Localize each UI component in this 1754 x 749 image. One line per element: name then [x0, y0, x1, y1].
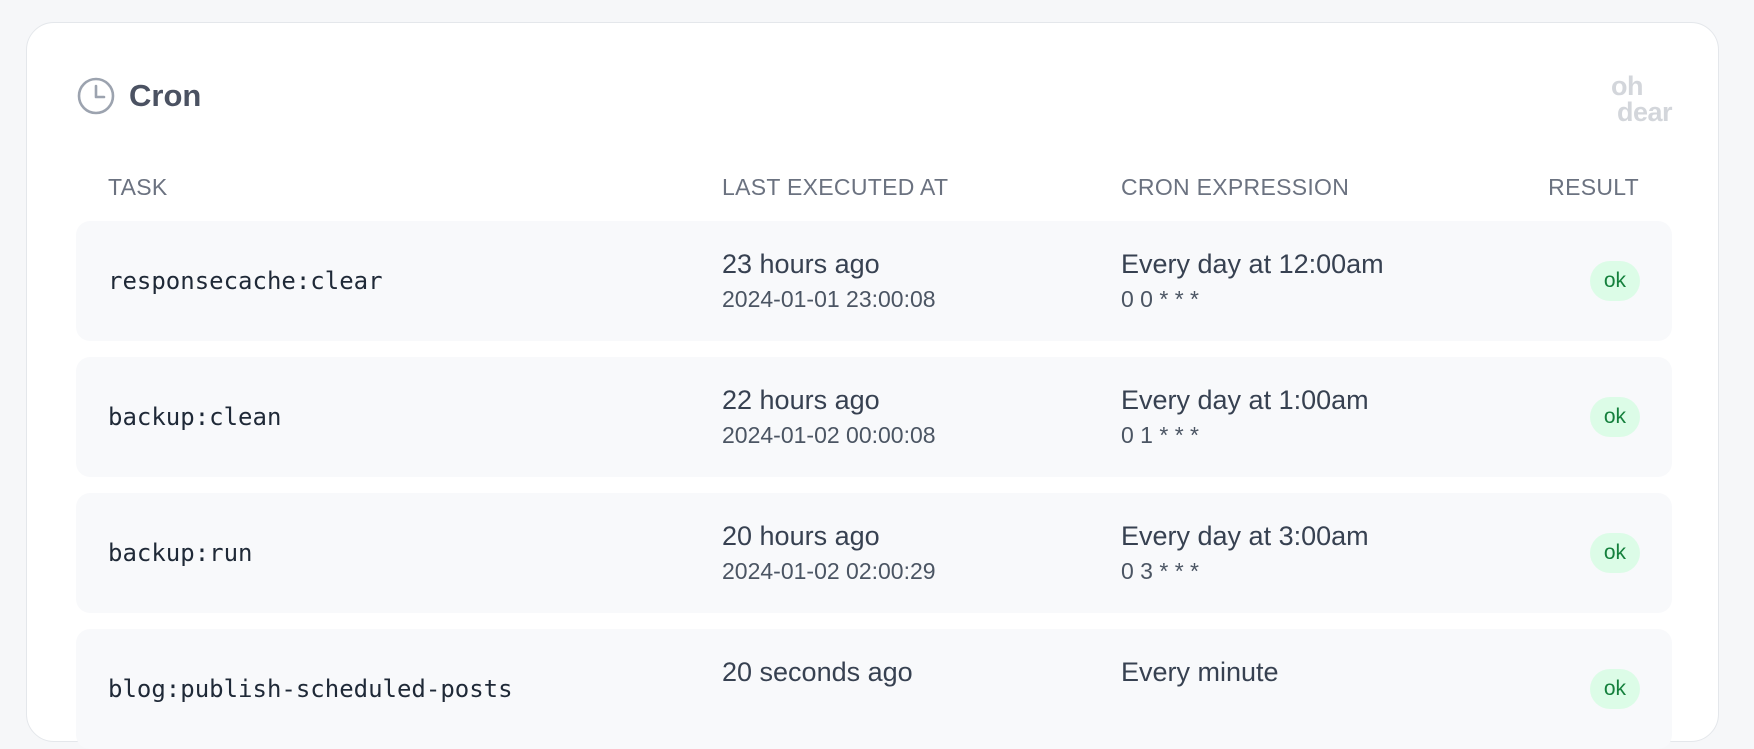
cron-cell: Every day at 1:00am 0 1 * * *: [1121, 383, 1369, 451]
table-row: backup:run 20 hours ago 2024-01-02 02:00…: [76, 493, 1672, 613]
last-executed-timestamp: 2024-01-01 23:00:08: [722, 286, 936, 312]
last-executed-relative: 23 hours ago: [722, 249, 880, 279]
oh-dear-logo: oh dear: [1610, 71, 1673, 127]
task-name: responsecache:clear: [108, 267, 383, 295]
panel-header: Cron: [77, 77, 201, 115]
column-header-result: RESULT: [1548, 174, 1639, 200]
last-executed-relative: 20 hours ago: [722, 521, 880, 551]
table-row: backup:clean 22 hours ago 2024-01-02 00:…: [76, 357, 1672, 477]
cron-panel: Cron oh dear TASK LAST EXECUTED AT CRON …: [26, 22, 1719, 749]
cron-human: Every day at 3:00am: [1121, 521, 1369, 551]
column-header-last-executed: LAST EXECUTED AT: [722, 174, 949, 200]
result-badge: ok: [1589, 669, 1640, 709]
cron-cell: Every day at 3:00am 0 3 * * *: [1121, 519, 1369, 587]
cron-human: Every day at 1:00am: [1121, 385, 1369, 415]
last-executed-timestamp: 2024-01-02 00:00:08: [722, 422, 936, 448]
logo-line-1: oh: [1610, 71, 1644, 101]
logo-line-2: dear: [1616, 97, 1673, 127]
table-row: responsecache:clear 23 hours ago 2024-01…: [76, 221, 1672, 341]
cron-expression: 0 0 * * *: [1121, 286, 1199, 312]
cron-expression: 0 1 * * *: [1121, 422, 1199, 448]
column-header-task: TASK: [108, 174, 168, 200]
cron-human: Every day at 12:00am: [1121, 249, 1384, 279]
table-row: blog:publish-scheduled-posts 20 seconds …: [76, 629, 1672, 749]
last-executed-relative: 20 seconds ago: [722, 657, 913, 687]
task-name: backup:clean: [108, 403, 282, 431]
task-name: backup:run: [108, 539, 253, 567]
clock-icon: [77, 77, 115, 115]
result-badge: ok: [1589, 397, 1640, 437]
task-name: blog:publish-scheduled-posts: [108, 675, 513, 703]
last-executed-cell: 22 hours ago 2024-01-02 00:00:08: [722, 383, 936, 451]
last-executed-relative: 22 hours ago: [722, 385, 880, 415]
cron-expression: 0 3 * * *: [1121, 558, 1199, 584]
last-executed-timestamp: 2024-01-02 02:00:29: [722, 558, 936, 584]
column-header-cron-expression: CRON EXPRESSION: [1121, 174, 1350, 200]
result-badge: ok: [1589, 533, 1640, 573]
last-executed-cell: 23 hours ago 2024-01-01 23:00:08: [722, 247, 936, 315]
last-executed-cell: 20 hours ago 2024-01-02 02:00:29: [722, 519, 936, 587]
cron-cell: Every day at 12:00am 0 0 * * *: [1121, 247, 1384, 315]
panel-title: Cron: [129, 78, 202, 113]
result-badge: ok: [1589, 261, 1640, 301]
cron-human: Every minute: [1121, 657, 1279, 687]
